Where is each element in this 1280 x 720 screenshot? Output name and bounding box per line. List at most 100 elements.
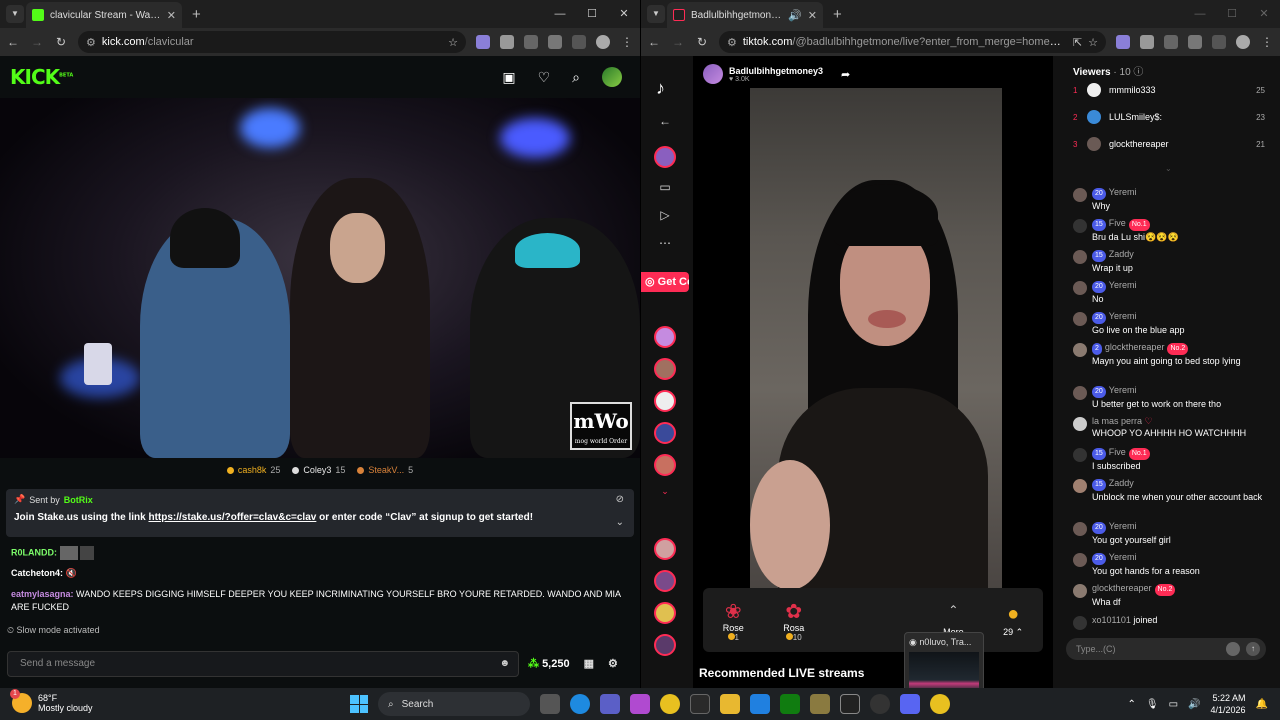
start-windows-icon[interactable] bbox=[350, 695, 368, 713]
gifter-entry[interactable]: Coley3 15 bbox=[292, 462, 345, 478]
top-viewer-row[interactable]: 2 LULSmiiley$: 23 bbox=[1073, 109, 1265, 125]
app-icon[interactable] bbox=[630, 694, 650, 714]
maximize-button[interactable]: ☐ bbox=[1216, 0, 1248, 28]
xbox-icon[interactable] bbox=[780, 694, 800, 714]
clock[interactable]: 5:22 AM 4/1/2026 bbox=[1211, 692, 1246, 716]
settings-gear-icon[interactable]: ⚙ bbox=[608, 657, 618, 670]
live-avatar[interactable] bbox=[654, 390, 676, 412]
gift-rose[interactable]: ❀ Rose 1 bbox=[723, 599, 744, 642]
live-avatar[interactable] bbox=[654, 146, 676, 168]
chat-username[interactable]: R0LANDD: bbox=[11, 547, 57, 557]
notification-bell-icon[interactable]: 🔔 bbox=[1256, 699, 1268, 710]
live-avatar[interactable] bbox=[654, 570, 676, 592]
tab-search-icon[interactable]: ▼ bbox=[647, 5, 665, 23]
coins-balance-button[interactable]: ● 29 ⌃ bbox=[1003, 603, 1023, 638]
network-icon[interactable]: ▭ bbox=[1169, 699, 1178, 710]
tab-kick[interactable]: clavicular Stream - Watch Live o ✕ bbox=[26, 2, 182, 28]
chat-username[interactable]: eatmylasagna: bbox=[11, 589, 74, 599]
tab-search-icon[interactable]: ▼ bbox=[6, 5, 24, 23]
chevron-down-icon[interactable]: ⌄ bbox=[657, 486, 673, 497]
address-bar[interactable]: ⚙ tiktok.com/@badlulbihhgetmone/live?ent… bbox=[719, 31, 1106, 53]
expand-chevron-icon[interactable]: ⌄ bbox=[616, 517, 624, 528]
channel-points[interactable]: ⁂ 5,250 bbox=[528, 657, 570, 670]
bookmark-star-icon[interactable]: ☆ bbox=[1088, 36, 1098, 49]
address-bar[interactable]: ⚙ kick.com/clavicular ☆ bbox=[78, 31, 466, 53]
live-avatar[interactable] bbox=[654, 358, 676, 380]
microphone-icon[interactable]: 🎙 bbox=[1146, 699, 1159, 710]
top-viewer-row[interactable]: 3 glockthereaper 21 bbox=[1073, 136, 1265, 152]
profile-avatar-icon[interactable] bbox=[596, 35, 610, 49]
back-icon[interactable]: ← bbox=[6, 35, 20, 49]
media-control-icon[interactable] bbox=[1212, 35, 1226, 49]
extensions-puzzle-icon[interactable] bbox=[548, 35, 562, 49]
menu-kebab-icon[interactable]: ⋮ bbox=[620, 35, 634, 49]
share-arrow-icon[interactable]: ➦ bbox=[841, 68, 850, 81]
live-avatar[interactable] bbox=[654, 454, 676, 476]
kick-logo[interactable]: KICKBETA bbox=[10, 65, 73, 89]
tiktok-logo-icon[interactable]: ♪ bbox=[656, 78, 665, 99]
stream-video-player[interactable]: mWo mog world Order bbox=[0, 98, 640, 458]
host-avatar[interactable] bbox=[703, 64, 723, 84]
site-info-icon[interactable]: ⚙ bbox=[727, 36, 737, 49]
live-avatar[interactable] bbox=[654, 326, 676, 348]
extension-icon[interactable] bbox=[1140, 35, 1154, 49]
live-video[interactable] bbox=[750, 88, 1002, 590]
epic-games-icon[interactable] bbox=[840, 694, 860, 714]
new-tab-button[interactable]: + bbox=[833, 6, 842, 23]
reload-icon[interactable]: ↻ bbox=[695, 35, 709, 49]
close-window-button[interactable]: ✕ bbox=[608, 0, 640, 28]
new-tab-button[interactable]: + bbox=[192, 6, 201, 23]
reload-icon[interactable]: ↻ bbox=[54, 35, 68, 49]
more-dots-icon[interactable]: ⋯ bbox=[657, 236, 673, 250]
host-name[interactable]: Badlulbihhgetmoney3 bbox=[729, 66, 823, 76]
menu-kebab-icon[interactable]: ⋮ bbox=[1260, 35, 1274, 49]
chat-input[interactable]: Send a message ☻ bbox=[7, 651, 519, 677]
chevron-up-icon[interactable]: ⌃ bbox=[1128, 699, 1136, 710]
extension-icon[interactable] bbox=[524, 35, 538, 49]
clips-icon[interactable]: ▣ bbox=[502, 69, 515, 86]
emoji-icon[interactable] bbox=[1226, 642, 1240, 656]
media-control-icon[interactable] bbox=[572, 35, 586, 49]
extensions-puzzle-icon[interactable] bbox=[1188, 35, 1202, 49]
minimize-button[interactable]: — bbox=[1184, 0, 1216, 28]
speaker-icon[interactable]: 🔊 bbox=[788, 9, 802, 22]
forward-icon[interactable]: → bbox=[30, 35, 44, 49]
live-avatar[interactable] bbox=[654, 538, 676, 560]
task-view-icon[interactable] bbox=[540, 694, 560, 714]
extension-icon[interactable] bbox=[476, 35, 490, 49]
close-tab-icon[interactable]: ✕ bbox=[808, 9, 817, 22]
taskbar-preview-popup[interactable]: ◉ n0luvo, Tra... bbox=[904, 632, 984, 688]
bookmark-star-icon[interactable]: ☆ bbox=[448, 36, 458, 49]
app-icon[interactable] bbox=[810, 694, 830, 714]
gifter-entry[interactable]: SteakV... 5 bbox=[357, 462, 413, 478]
get-coins-button[interactable]: ◎ Get Coins bbox=[641, 272, 689, 292]
volume-icon[interactable]: 🔊 bbox=[1188, 699, 1200, 710]
tab-tiktok[interactable]: Badlulbihhgetmoney3 (@b 🔊 ✕ bbox=[667, 2, 823, 28]
user-avatar[interactable] bbox=[602, 67, 622, 87]
teams-icon[interactable] bbox=[600, 694, 620, 714]
gift-rosa[interactable]: ✿ Rosa 10 bbox=[783, 599, 804, 642]
search-icon[interactable]: ⌕ bbox=[572, 69, 580, 86]
close-window-button[interactable]: ✕ bbox=[1248, 0, 1280, 28]
close-tab-icon[interactable]: ✕ bbox=[167, 9, 176, 22]
send-arrow-icon[interactable]: ↑ bbox=[1246, 642, 1260, 656]
collapse-icon[interactable]: ⌄ bbox=[1165, 164, 1172, 173]
info-icon[interactable]: ⓘ bbox=[1133, 67, 1143, 78]
store-icon[interactable] bbox=[690, 694, 710, 714]
app-icon[interactable] bbox=[870, 694, 890, 714]
maximize-button[interactable]: ☐ bbox=[576, 0, 608, 28]
shop-icon[interactable]: ▦ bbox=[584, 657, 594, 670]
chrome-icon[interactable] bbox=[930, 694, 950, 714]
following-heart-icon[interactable]: ♡ bbox=[538, 69, 551, 86]
stake-link[interactable]: https://stake.us/?offer=clav&c=clav bbox=[148, 512, 316, 523]
chrome-icon[interactable] bbox=[660, 694, 680, 714]
back-arrow-icon[interactable]: ← bbox=[657, 114, 673, 128]
live-avatar[interactable] bbox=[654, 602, 676, 624]
explore-icon[interactable]: ▷ bbox=[657, 208, 673, 222]
live-avatar[interactable] bbox=[654, 634, 676, 656]
live-avatar[interactable] bbox=[654, 422, 676, 444]
weather-widget[interactable]: 1 68°F Mostly cloudy bbox=[10, 689, 93, 713]
hide-pin-icon[interactable]: ⊘ bbox=[616, 494, 624, 505]
taskbar-search[interactable]: ⌕ Search bbox=[378, 692, 530, 716]
profile-avatar-icon[interactable] bbox=[1236, 35, 1250, 49]
